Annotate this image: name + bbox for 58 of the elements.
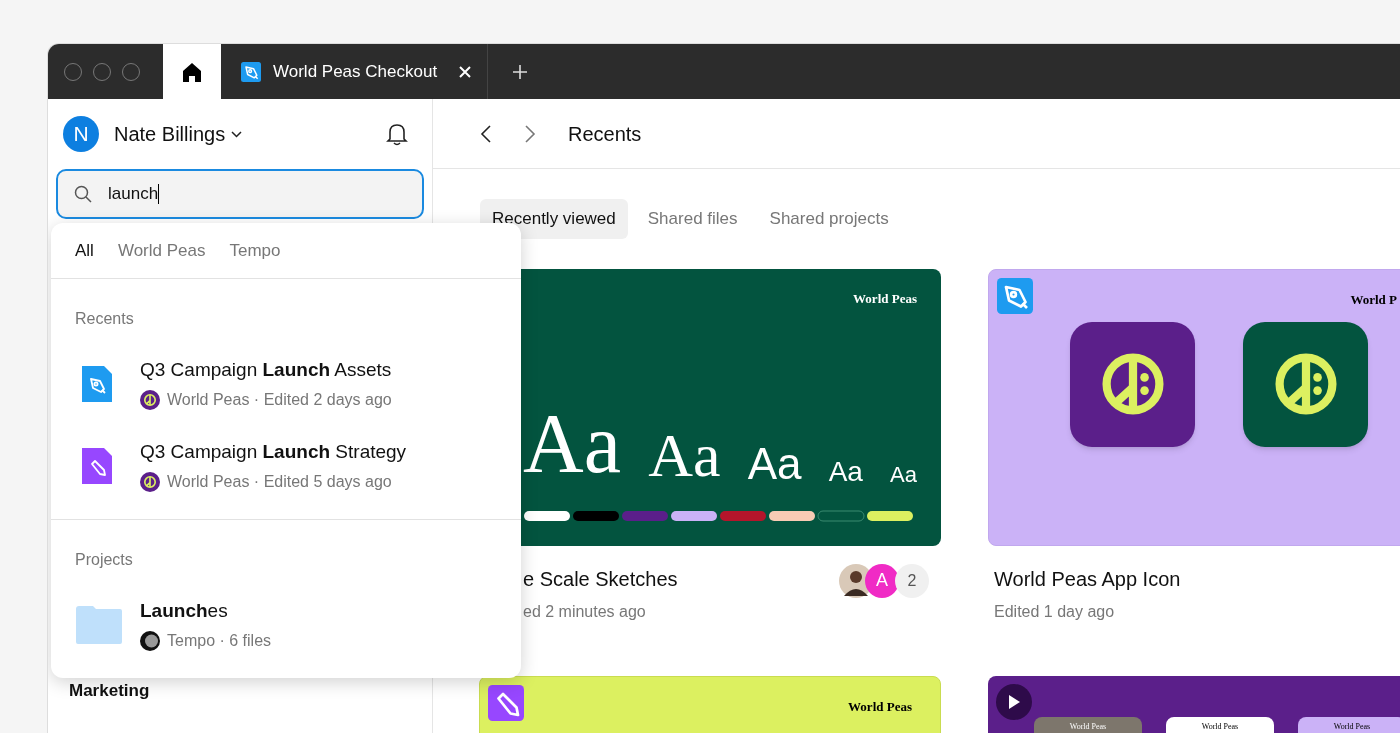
result-title: Q3 Campaign Launch Strategy: [140, 439, 407, 464]
brand-label: World Peas: [1201, 720, 1239, 733]
video-thumbnail[interactable]: World Peas World Peas World Peas: [988, 675, 1400, 733]
pen-file-icon: [82, 366, 112, 402]
account-switcher[interactable]: Nate Billings: [114, 119, 243, 149]
file-title: World Peas App Icon: [994, 566, 1181, 592]
brand-label: World Peas: [848, 697, 912, 716]
result-title: Launches: [140, 598, 229, 623]
edited-time: Edited 1 day ago: [994, 601, 1116, 622]
view-tab[interactable]: Shared projects: [757, 199, 901, 239]
peace-sign-icon: [140, 472, 160, 493]
result-title: Q3 Campaign Launch Assets: [140, 357, 392, 382]
result-details: World Peas · Edited 5 days ago: [167, 472, 392, 493]
section-heading[interactable]: Marketing: [48, 677, 432, 733]
result-details: Tempo · 6 files: [167, 631, 272, 652]
edited-time: ed 2 minutes ago: [523, 601, 647, 622]
pen-tool-icon: [997, 277, 1033, 314]
peace-sign-icon: [140, 390, 160, 411]
pencil-file-icon: [82, 448, 112, 484]
type-sample: Aa: [648, 423, 721, 486]
type-sample: Aa: [747, 441, 802, 486]
notification-bell-icon[interactable]: [386, 122, 408, 146]
user-avatar: A: [865, 563, 899, 598]
brand-label: World Peas: [1069, 720, 1107, 733]
close-icon[interactable]: [459, 65, 471, 78]
plus-icon[interactable]: [512, 63, 528, 80]
group-heading: Projects: [74, 550, 134, 570]
play-button[interactable]: [996, 683, 1032, 720]
brand-label: World P: [1350, 290, 1397, 309]
search-result-item[interactable]: Launches Tempo · 6 files: [51, 584, 521, 666]
page-title: Recents: [568, 121, 642, 147]
filter-tab[interactable]: World Peas: [117, 237, 206, 264]
view-tab[interactable]: Shared files: [635, 199, 750, 239]
user-avatar[interactable]: N: [63, 116, 99, 152]
pencil-tool-icon: [488, 684, 524, 721]
team-logo-icon: [140, 631, 160, 652]
brand-label: World Peas: [1333, 720, 1371, 733]
file-title: e Scale Sketches: [523, 566, 678, 592]
filter-tab[interactable]: Tempo: [229, 237, 281, 264]
play-icon: [1008, 694, 1020, 709]
type-sample: Aa: [523, 401, 621, 486]
brand-label: World Peas: [853, 289, 917, 308]
home-tab[interactable]: [163, 44, 221, 99]
tab-label: World Peas Checkout: [273, 60, 438, 83]
group-heading: Recents: [74, 309, 135, 329]
type-sample: Aa: [828, 457, 863, 486]
folder-icon: [75, 605, 123, 645]
type-sample: Aa: [890, 463, 917, 486]
search-icon: [74, 185, 92, 203]
search-field[interactable]: launch: [56, 169, 424, 219]
home-icon: [181, 60, 203, 83]
file-thumbnail[interactable]: World Peas: [479, 675, 941, 733]
pen-file-icon: [241, 61, 261, 82]
collaborator-count: 2: [895, 563, 929, 598]
file-thumbnail[interactable]: World P: [988, 268, 1400, 546]
result-details: World Peas · Edited 2 days ago: [167, 390, 392, 411]
chevron-down-icon: [231, 130, 243, 138]
filter-tab[interactable]: All: [75, 237, 94, 264]
